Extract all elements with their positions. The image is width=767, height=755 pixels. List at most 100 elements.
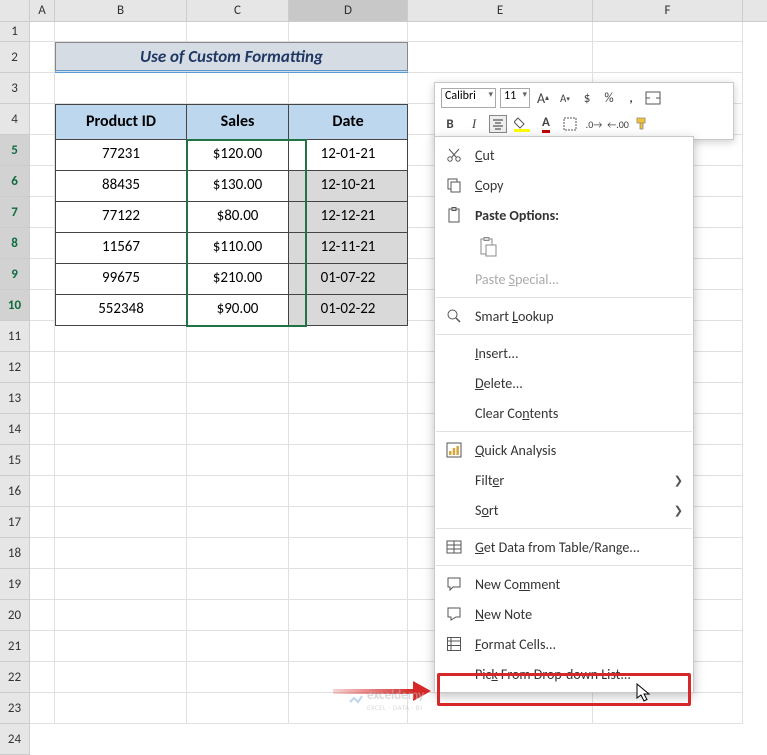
col-header-F[interactable]: F (593, 0, 743, 21)
ctx-get-data[interactable]: Get Data from Table/Range... (435, 532, 693, 562)
ctx-paste-options-label: Paste Options: (475, 207, 683, 224)
row-header-24[interactable]: 24 (0, 724, 30, 755)
format-painter-icon[interactable] (633, 115, 651, 133)
table-header-sales[interactable]: Sales (187, 104, 289, 140)
row-header-23[interactable]: 23 (0, 693, 30, 724)
decrease-decimal-icon[interactable]: .0→ (585, 115, 603, 133)
row-header-19[interactable]: 19 (0, 569, 30, 600)
ctx-pick-list[interactable]: Pick From Drop-down List... (435, 659, 693, 689)
row-header-9[interactable]: 9 (0, 259, 30, 290)
fill-color-icon[interactable] (513, 115, 531, 133)
cell-product[interactable]: 88435 (55, 171, 187, 202)
row-header-10[interactable]: 10 (0, 290, 30, 321)
cell-date[interactable]: 12-10-21 (289, 171, 408, 202)
bold-icon[interactable]: B (441, 115, 459, 133)
row-header-2[interactable]: 2 (0, 42, 30, 73)
cell-date[interactable]: 12-01-21 (289, 140, 408, 171)
cell-sales[interactable]: $80.00 (187, 202, 289, 233)
row-header-15[interactable]: 15 (0, 445, 30, 476)
table-row: 552348 $90.00 01-02-22 (55, 295, 408, 326)
col-header-A[interactable]: A (30, 0, 55, 21)
table-body: 77231 $120.00 12-01-21 88435 $130.00 12-… (55, 140, 408, 326)
ctx-format-cells[interactable]: Format Cells... (435, 629, 693, 659)
table-header-date[interactable]: Date (289, 104, 408, 140)
cell-date[interactable]: 01-02-22 (289, 295, 408, 326)
align-center-icon[interactable] (489, 115, 507, 133)
ctx-new-note[interactable]: New Note (435, 599, 693, 629)
select-all-corner[interactable] (0, 0, 30, 21)
cell-date[interactable]: 01-07-22 (289, 264, 408, 295)
ctx-quick-analysis[interactable]: Quick Analysis (435, 435, 693, 465)
cell-product[interactable]: 77122 (55, 202, 187, 233)
table-row: 77122 $80.00 12-12-21 (55, 202, 408, 233)
row-header-12[interactable]: 12 (0, 352, 30, 383)
table-row: 11567 $110.00 12-11-21 (55, 233, 408, 264)
italic-icon[interactable]: I (465, 115, 483, 133)
row-headers: 1 2 3 4 5 6 7 8 9 10 11 12 13 14 15 16 1… (0, 22, 30, 755)
row-header-6[interactable]: 6 (0, 166, 30, 197)
row-header-22[interactable]: 22 (0, 662, 30, 693)
decrease-font-icon[interactable]: A▾ (556, 89, 574, 107)
paste-icon[interactable] (475, 234, 501, 260)
note-icon (443, 603, 465, 625)
cell-sales[interactable]: $120.00 (187, 140, 289, 171)
row-header-3[interactable]: 3 (0, 73, 30, 104)
row-header-11[interactable]: 11 (0, 321, 30, 352)
percent-icon[interactable]: % (600, 89, 618, 107)
table-header-product[interactable]: Product ID (55, 104, 187, 140)
increase-font-icon[interactable]: A▴ (534, 89, 552, 107)
comma-icon[interactable]: , (622, 89, 640, 107)
col-header-B[interactable]: B (55, 0, 187, 21)
borders-icon[interactable] (561, 115, 579, 133)
row-header-16[interactable]: 16 (0, 476, 30, 507)
cell-product[interactable]: 99675 (55, 264, 187, 295)
row-header-17[interactable]: 17 (0, 507, 30, 538)
ctx-copy[interactable]: Copy (435, 170, 693, 200)
font-color-icon[interactable]: A (537, 115, 555, 133)
row-header-8[interactable]: 8 (0, 228, 30, 259)
ctx-insert[interactable]: Insert... (435, 338, 693, 368)
font-name-select[interactable]: Calibri (441, 88, 496, 108)
cell-sales[interactable]: $110.00 (187, 233, 289, 264)
ctx-cut[interactable]: Cut (435, 140, 693, 170)
row-header-1[interactable]: 1 (0, 22, 30, 42)
merge-cells-icon[interactable] (644, 89, 662, 107)
row-header-4[interactable]: 4 (0, 104, 30, 135)
cell-product[interactable]: 11567 (55, 233, 187, 264)
context-menu: Cut Copy Paste Options: Paste Special...… (434, 136, 694, 693)
row-header-13[interactable]: 13 (0, 383, 30, 414)
row-header-7[interactable]: 7 (0, 197, 30, 228)
increase-decimal-icon[interactable]: ←.00 (609, 115, 627, 133)
cell-sales[interactable]: $90.00 (187, 295, 289, 326)
ctx-sort[interactable]: Sort ❯ (435, 495, 693, 525)
row-header-5[interactable]: 5 (0, 135, 30, 166)
cell-date[interactable]: 12-11-21 (289, 233, 408, 264)
scissors-icon (443, 144, 465, 166)
row-header-14[interactable]: 14 (0, 414, 30, 445)
clipboard-icon (443, 204, 465, 226)
row-header-18[interactable]: 18 (0, 538, 30, 569)
col-header-E[interactable]: E (408, 0, 593, 21)
ctx-filter[interactable]: Filter ❯ (435, 465, 693, 495)
cell-product[interactable]: 77231 (55, 140, 187, 171)
cell-sales[interactable]: $130.00 (187, 171, 289, 202)
chevron-right-icon: ❯ (674, 504, 683, 517)
col-header-D[interactable]: D (289, 0, 408, 21)
search-icon (443, 305, 465, 327)
cell-date[interactable]: 12-12-21 (289, 202, 408, 233)
row-header-20[interactable]: 20 (0, 600, 30, 631)
ctx-copy-label: Copy (475, 177, 683, 194)
ctx-paste-options-header: Paste Options: (435, 200, 693, 230)
ctx-smart-lookup[interactable]: Smart Lookup (435, 301, 693, 331)
row-header-21[interactable]: 21 (0, 631, 30, 662)
ctx-delete[interactable]: Delete... (435, 368, 693, 398)
mini-toolbar: Calibri 11 A▴ A▾ $ % , B I A .0→ ←.00 (434, 82, 734, 140)
cell-sales[interactable]: $210.00 (187, 264, 289, 295)
cell-product[interactable]: 552348 (55, 295, 187, 326)
currency-icon[interactable]: $ (578, 89, 596, 107)
ctx-quick-analysis-label: Quick Analysis (475, 442, 683, 459)
ctx-clear-contents[interactable]: Clear Contents (435, 398, 693, 428)
font-size-select[interactable]: 11 (500, 88, 530, 108)
ctx-new-comment[interactable]: New Comment (435, 569, 693, 599)
col-header-C[interactable]: C (187, 0, 289, 21)
